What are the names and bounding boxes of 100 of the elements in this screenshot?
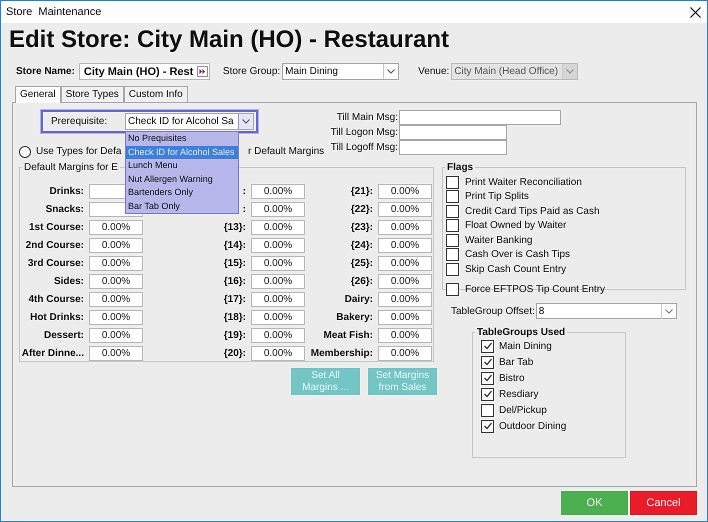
checkbox-label: Cash Over is Cash Tips — [465, 249, 570, 260]
checkbox[interactable] — [481, 340, 494, 352]
margin-field[interactable]: 0.00% — [89, 220, 143, 234]
checkbox[interactable] — [446, 190, 459, 204]
margin-field[interactable]: 0.00% — [251, 220, 305, 234]
margin-field[interactable]: 0.00% — [89, 346, 143, 360]
radio-button[interactable] — [19, 146, 31, 158]
tab[interactable]: Custom Info — [124, 86, 188, 102]
checkbox[interactable] — [481, 404, 494, 416]
margin-label: Dessert: — [44, 330, 84, 340]
store-name-label: Store Name: — [16, 66, 75, 77]
dropdown-option[interactable]: Nut Allergen Warning — [126, 172, 238, 186]
input-field[interactable] — [399, 125, 507, 140]
margin-label: {17}: — [224, 294, 246, 304]
cancel-button[interactable]: Cancel — [630, 491, 697, 515]
margin-field[interactable]: 0.00% — [89, 310, 143, 324]
margin-field[interactable]: 0.00% — [89, 274, 143, 288]
margin-field[interactable]: 0.00% — [89, 292, 143, 306]
margin-field[interactable]: 0.00% — [251, 274, 305, 288]
checkbox-label: Main Dining — [499, 340, 552, 352]
margin-label: Membership: — [310, 348, 373, 358]
margin-label: {18}: — [224, 312, 246, 322]
tab[interactable]: General — [15, 86, 61, 103]
checkbox-label: Float Owned by Waiter — [465, 220, 566, 232]
chevron-icon — [387, 69, 396, 74]
margin-field[interactable]: 0.00% — [251, 238, 305, 252]
margin-label: Hot Drinks: — [30, 312, 84, 322]
margin-label: After Dinne... — [22, 348, 84, 358]
chevron-icon — [242, 119, 250, 124]
margin-field[interactable]: 0.00% — [378, 274, 432, 288]
margin-label: {19}: — [224, 330, 246, 340]
margin-field[interactable]: 0.00% — [378, 184, 432, 198]
window-title: Store Maintenance — [6, 6, 102, 18]
page-heading: Edit Store: City Main (HO) - Restaurant — [9, 25, 450, 55]
checkbox[interactable] — [446, 283, 459, 296]
margin-field[interactable]: 0.00% — [251, 292, 305, 306]
checkbox[interactable] — [446, 262, 459, 276]
margin-field[interactable]: 0.00% — [251, 184, 305, 198]
checkbox[interactable] — [446, 176, 459, 189]
checkbox[interactable] — [446, 248, 459, 262]
radio-label: r Default Margins — [248, 146, 324, 157]
margin-label: 1st Course: — [28, 222, 84, 232]
margin-field[interactable]: 0.00% — [89, 328, 143, 342]
margin-field[interactable]: 0.00% — [251, 256, 305, 270]
dropdown-option[interactable]: No Prequisites — [126, 132, 238, 146]
tab[interactable]: Store Types — [60, 86, 124, 102]
till-message-label: Till Logon Msg: — [330, 127, 398, 138]
margin-field[interactable]: 0.00% — [251, 346, 305, 360]
input-field[interactable] — [399, 140, 507, 155]
margin-field[interactable]: 0.00% — [89, 238, 143, 252]
margin-field[interactable]: 0.00% — [251, 328, 305, 342]
prerequisite-label: Prerequisite: — [51, 116, 108, 127]
checkbox-label: Credit Card Tips Paid as Cash — [465, 206, 600, 217]
checkbox[interactable] — [446, 234, 459, 247]
checkbox[interactable] — [481, 356, 494, 368]
checkbox-label: Waiter Banking — [465, 234, 532, 246]
checkbox[interactable] — [446, 219, 459, 232]
margin-label: Meat Fish: — [324, 330, 373, 340]
checkbox[interactable] — [481, 420, 494, 432]
checkbox[interactable] — [481, 372, 494, 384]
tablegroup-offset-dropdown[interactable]: 8 — [536, 303, 677, 319]
margin-label: : — [242, 204, 246, 214]
margin-field[interactable]: 0.00% — [89, 256, 143, 270]
store-group-dropdown[interactable]: Main Dining — [282, 63, 400, 80]
margin-label: Dairy: — [344, 294, 373, 304]
margin-label: {25}: — [350, 258, 373, 268]
margin-field[interactable]: 0.00% — [378, 238, 432, 252]
margin-field[interactable]: 0.00% — [378, 346, 432, 360]
checkbox-label: Force EFTPOS Tip Count Entry — [465, 284, 606, 296]
margin-field[interactable]: 0.00% — [378, 256, 432, 270]
margin-field[interactable]: 0.00% — [378, 328, 432, 342]
venue-label: Venue: — [418, 66, 450, 77]
input-field[interactable] — [399, 110, 561, 125]
close-icon[interactable] — [690, 6, 701, 18]
margin-label: {22}: — [350, 204, 373, 214]
checkbox[interactable] — [481, 388, 494, 400]
margin-field[interactable]: 0.00% — [378, 220, 432, 234]
checkbox[interactable] — [446, 204, 459, 218]
margin-field[interactable]: 0.00% — [378, 202, 432, 216]
expand-icon[interactable] — [196, 66, 208, 77]
group-title: TableGroups Used — [476, 327, 566, 338]
dropdown-option[interactable]: Lunch Menu — [126, 159, 238, 172]
prerequisite-dropdown[interactable]: Check ID for Alcohol Sa — [125, 113, 254, 130]
margin-label: {15}: — [224, 258, 246, 268]
checkbox-label: Outdoor Dining — [499, 420, 566, 432]
margin-label: Snacks: — [46, 204, 84, 214]
dropdown-option[interactable]: Bar Tab Only — [126, 200, 238, 213]
till-message-label: Till Logoff Msg: — [330, 142, 398, 153]
margin-field[interactable]: 0.00% — [251, 202, 305, 216]
margin-field[interactable]: 0.00% — [378, 310, 432, 324]
margin-field[interactable]: 0.00% — [378, 292, 432, 306]
checkbox-label: Skip Cash Count Entry — [465, 264, 566, 275]
store-name-field[interactable]: City Main (HO) - Rest — [78, 63, 210, 80]
margin-label: 3rd Course: — [28, 258, 84, 268]
margin-label: Bakery: — [336, 312, 373, 322]
checkbox-label: Print Waiter Reconciliation — [465, 176, 582, 188]
dropdown-option[interactable]: Bartenders Only — [126, 186, 238, 200]
margin-field[interactable]: 0.00% — [251, 310, 305, 324]
margin-label: Drinks: — [50, 186, 84, 196]
checkbox-label: Bar Tab — [499, 356, 534, 368]
